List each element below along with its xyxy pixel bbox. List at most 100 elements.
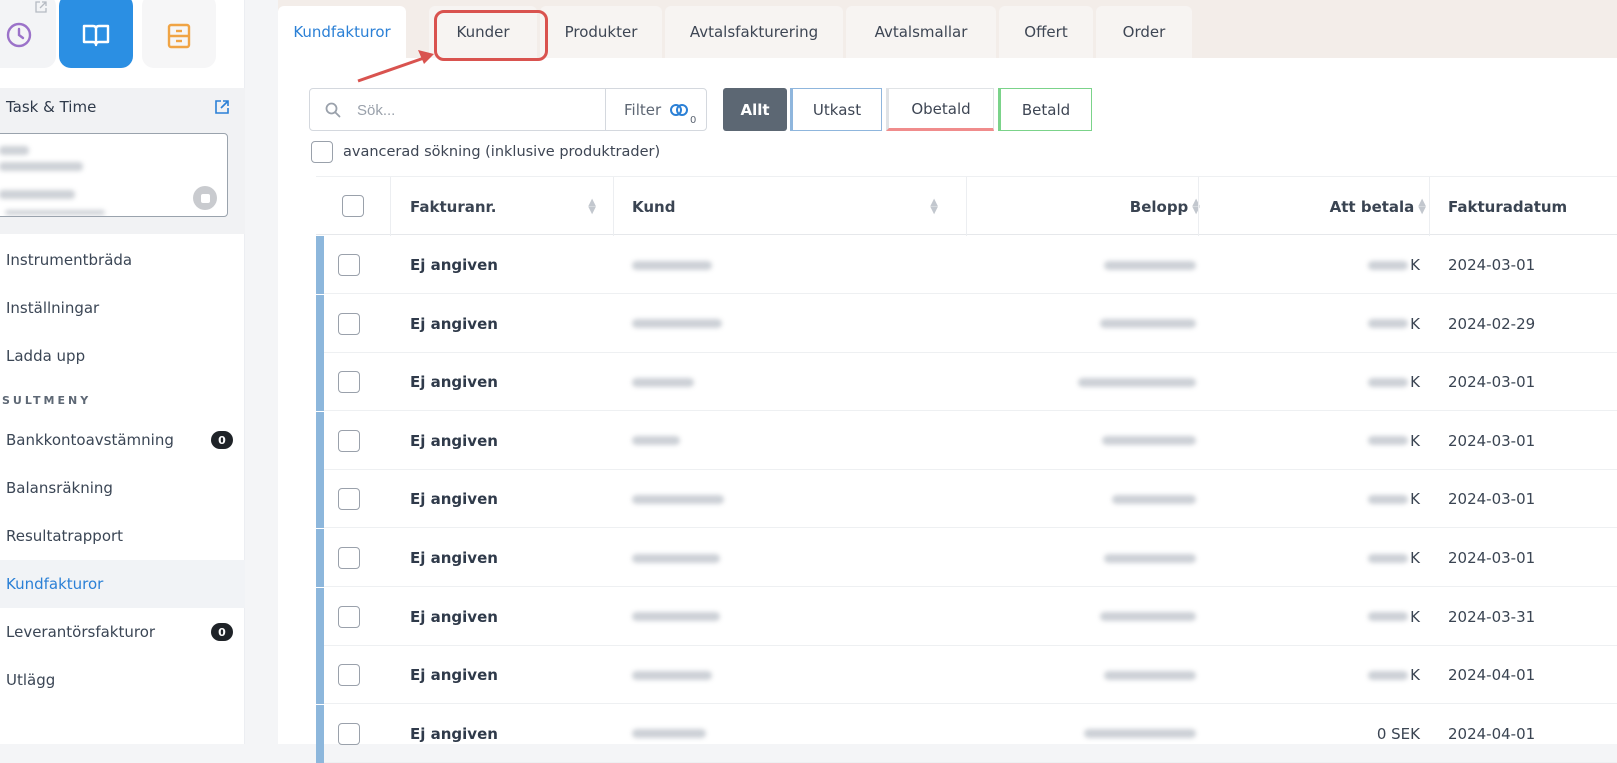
tab-contract-templates[interactable]: Avtalsmallar [846,6,996,58]
row-checkbox[interactable] [338,312,360,335]
row-status-accent [316,587,324,646]
sidebar-item-label: Resultatrapport [6,527,124,545]
filter-count: 0 [690,115,697,126]
row-status-accent [316,353,324,412]
column-header-amount[interactable]: Belopp ▲ ▼ [966,177,1200,236]
row-checkbox[interactable] [338,371,360,394]
to-pay-value: K [1198,588,1420,646]
filter-unpaid-button[interactable]: Obetald [886,88,994,131]
external-link-icon[interactable] [213,98,231,116]
row-status-accent [316,529,324,587]
advanced-search-option[interactable]: avancerad sökning (inklusive produktrade… [311,141,660,163]
table-row[interactable]: Ej angiven K 2024-03-01 [316,353,1617,412]
sidebar: Task & Time Instrumentbräda Inställninga… [0,0,245,744]
table-row[interactable]: Ej angiven K 2024-04-01 [316,646,1617,705]
invoice-date: 2024-04-01 [1448,666,1536,685]
select-all-checkbox[interactable] [342,195,364,217]
stop-timer-button[interactable] [193,186,217,210]
amount-redacted [966,470,1196,528]
table-row[interactable]: Ej angiven K 2024-03-31 [316,587,1617,646]
sidebar-item-label: Kundfakturor [6,575,104,593]
filter-paid-button[interactable]: Betald [998,88,1092,131]
invoice-date: 2024-03-01 [1448,256,1536,274]
advanced-search-checkbox[interactable] [311,141,333,163]
sidebar-item-label: Instrumentbräda [6,251,133,269]
filter-draft-button[interactable]: Utkast [790,88,882,131]
invoice-date: 2024-03-01 [1448,549,1536,567]
invoice-number: Ej angiven [410,724,498,743]
row-checkbox[interactable] [338,547,360,569]
row-checkbox[interactable] [338,429,360,452]
to-pay-value: K [1198,295,1420,353]
sort-icon: ▲ ▼ [588,196,596,216]
tab-customer-invoices[interactable]: Kundfakturor [278,6,406,58]
search-icon [325,102,341,118]
amount-redacted [966,529,1196,587]
column-header-label: Kund [632,197,676,216]
to-pay-value: K [1198,529,1420,587]
sidebar-item-balance-sheet[interactable]: Balansräkning [0,464,245,512]
table-row[interactable]: Ej angiven K 2024-03-01 [316,470,1617,529]
tab-contract-invoicing[interactable]: Avtalsfakturering [665,6,843,58]
row-status-accent [316,411,324,470]
external-link-icon[interactable] [34,0,48,14]
task-time-panel: Task & Time [0,88,245,234]
sort-icon: ▲ ▼ [930,196,938,216]
tab-customers[interactable]: Kunder [429,6,537,58]
sidebar-item-expenses[interactable]: Utlägg [0,656,245,704]
archive-app-tile[interactable] [142,0,216,68]
tab-label: Offert [1024,23,1068,41]
tab-quote[interactable]: Offert [999,6,1093,58]
customer-name-redacted [632,353,694,411]
table-row[interactable]: Ej angiven K 2024-03-01 [316,411,1617,470]
cabinet-icon [167,23,191,49]
time-app-tile[interactable] [0,0,56,68]
to-pay-text: K [1410,373,1420,392]
invoice-number: Ej angiven [410,490,498,509]
table-row[interactable]: Ej angiven 0 SEK 2024-04-01 [316,704,1617,763]
column-header-customer[interactable]: Kund ▲ ▼ [632,177,952,236]
row-checkbox[interactable] [338,488,360,511]
to-pay-text: 0 SEK [1376,724,1420,743]
to-pay-text: K [1410,666,1420,685]
amount-redacted [966,353,1196,411]
column-header-date[interactable]: Fakturadatum [1448,177,1608,236]
sidebar-item-upload[interactable]: Ladda upp [0,332,245,380]
column-header-to-pay[interactable]: Att betala ▲ ▼ [1198,177,1426,236]
active-timer-card[interactable] [0,133,228,217]
to-pay-value: K [1198,353,1420,411]
sidebar-item-income-report[interactable]: Resultatrapport [0,512,245,560]
column-header-number[interactable]: Fakturanr. ▲ ▼ [410,177,610,236]
sidebar-item-supplier-invoices[interactable]: Leverantörsfakturor 0 [0,608,245,656]
row-checkbox[interactable] [338,722,360,745]
table-row[interactable]: Ej angiven K 2024-03-01 [316,236,1617,294]
invoice-number: Ej angiven [410,549,498,567]
advanced-search-label: avancerad sökning (inklusive produktrade… [343,144,661,160]
tab-label: Avtalsfakturering [689,23,819,41]
search-input[interactable] [355,98,555,122]
table-row[interactable]: Ej angiven K 2024-03-01 [316,529,1617,587]
sidebar-item-customer-invoices[interactable]: Kundfakturor [0,560,245,608]
sidebar-item-settings[interactable]: Inställningar [0,284,245,332]
table-row[interactable]: Ej angiven K 2024-02-29 [316,294,1617,353]
tab-order[interactable]: Order [1096,6,1192,58]
filter-all-button[interactable]: Allt [723,88,787,131]
filter-button[interactable]: Filter 0 [606,89,707,130]
customer-name-redacted [632,529,720,587]
accounting-app-tile[interactable] [59,0,133,68]
tab-products[interactable]: Produkter [540,6,662,58]
row-checkbox[interactable] [338,605,360,628]
tab-label: Kunder [456,23,510,41]
sidebar-item-dashboard[interactable]: Instrumentbräda [0,236,245,284]
amount-redacted [966,295,1196,353]
invoice-number: Ej angiven [410,666,498,685]
row-status-accent [316,704,324,763]
invoice-date: 2024-04-01 [1448,724,1536,743]
to-pay-text: K [1410,490,1420,509]
sidebar-item-bank-reconciliation[interactable]: Bankkontoavstämning 0 [0,416,245,464]
row-checkbox[interactable] [338,254,360,276]
row-checkbox[interactable] [338,664,360,687]
sidebar-item-label: Inställningar [6,299,100,317]
invoice-number: Ej angiven [410,314,498,333]
amount-redacted [966,412,1196,470]
